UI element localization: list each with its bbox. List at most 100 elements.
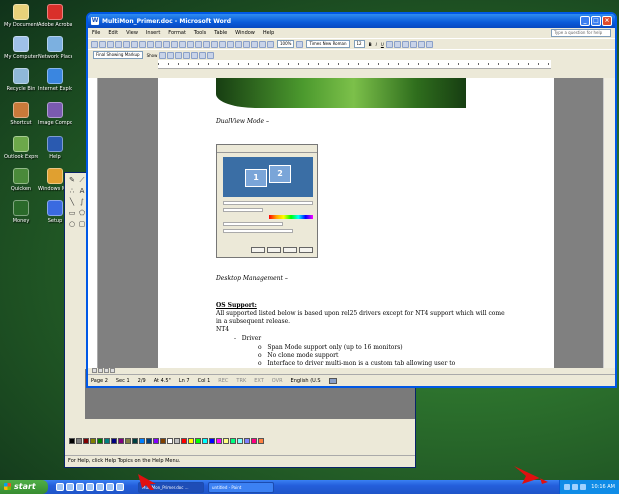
italic-button[interactable]: I [376, 42, 377, 47]
doc-map-icon[interactable] [259, 40, 266, 48]
help-icon[interactable] [296, 40, 304, 48]
excel-icon[interactable] [235, 40, 242, 48]
status-ovr[interactable]: OVR [272, 378, 283, 384]
align-right-icon[interactable] [401, 40, 409, 48]
desktop-icon[interactable]: Outlook Express [4, 136, 38, 160]
columns-icon[interactable] [243, 40, 250, 48]
menu-window[interactable]: Window [235, 30, 255, 36]
print-view-button[interactable] [104, 368, 109, 373]
format-painter-icon[interactable] [187, 40, 194, 48]
color-swatch[interactable] [69, 438, 75, 444]
accept-change-icon[interactable] [175, 51, 183, 59]
spelling-status-icon[interactable] [328, 377, 337, 384]
bullets-icon[interactable] [425, 40, 433, 48]
align-center-icon[interactable] [393, 40, 401, 48]
color-swatch[interactable] [174, 438, 180, 444]
misc-quicklaunch-icon[interactable] [116, 483, 124, 491]
help-search-input[interactable]: Type a question for help [551, 29, 611, 37]
desktop-quicklaunch-icon[interactable] [66, 483, 74, 491]
color-swatch[interactable] [90, 438, 96, 444]
zoom-select[interactable]: 100% [277, 40, 295, 48]
word-window[interactable]: W MultiMon_Primer.doc - Microsoft Word _… [86, 12, 617, 388]
tables-icon[interactable] [219, 40, 226, 48]
vertical-ruler[interactable] [88, 78, 98, 368]
desktop-icon[interactable]: Quicken [4, 168, 38, 192]
color-swatch[interactable] [153, 438, 159, 444]
undo-icon[interactable] [195, 40, 202, 48]
word-titlebar[interactable]: W MultiMon_Primer.doc - Microsoft Word _… [88, 14, 615, 28]
ie-quicklaunch-icon[interactable] [56, 483, 64, 491]
justify-icon[interactable] [409, 40, 417, 48]
start-button[interactable]: start [0, 480, 48, 494]
color-swatch[interactable] [167, 438, 173, 444]
bold-button[interactable]: B [369, 42, 372, 47]
markup-select[interactable]: Final Showing Markup [93, 51, 143, 59]
underline-button[interactable]: U [381, 42, 384, 47]
tray-icon[interactable] [572, 484, 579, 490]
new-comment-icon[interactable] [191, 51, 199, 59]
color-swatch[interactable] [132, 438, 138, 444]
volume-icon[interactable] [580, 484, 587, 490]
taskbar-paint-button[interactable]: untitled - Paint [208, 481, 274, 493]
menu-table[interactable]: Table [214, 30, 227, 36]
rectangle-tool-icon[interactable]: ▭ [68, 209, 76, 217]
tray-icon[interactable] [564, 484, 571, 490]
status-ext[interactable]: EXT [254, 378, 264, 384]
new-icon[interactable] [91, 40, 98, 48]
reviewing-pane-icon[interactable] [207, 51, 215, 59]
color-swatch[interactable] [251, 438, 257, 444]
menu-format[interactable]: Format [168, 30, 186, 36]
outlook-quicklaunch-icon[interactable] [76, 483, 84, 491]
desktop-icon[interactable]: Money [4, 200, 38, 224]
research-icon[interactable] [155, 40, 162, 48]
desktop-icon[interactable]: Network Places [38, 36, 72, 60]
color-swatch[interactable] [160, 438, 166, 444]
status-rec[interactable]: REC [218, 378, 228, 384]
desktop-icon[interactable]: Recycle Bin [4, 68, 38, 92]
vertical-scrollbar[interactable] [603, 78, 615, 368]
reject-change-icon[interactable] [183, 51, 191, 59]
color-swatch[interactable] [83, 438, 89, 444]
insert-table-icon[interactable] [227, 40, 234, 48]
print-preview-icon[interactable] [139, 40, 146, 48]
menu-insert[interactable]: Insert [146, 30, 160, 36]
ellipse-tool-icon[interactable]: ○ [68, 220, 76, 228]
show-menu[interactable]: Show [147, 53, 158, 58]
outline-view-button[interactable] [110, 368, 115, 373]
desktop-icon[interactable]: Help [38, 136, 72, 160]
brush-tool-icon[interactable]: ⟋ [78, 176, 86, 184]
app-quicklaunch-icon[interactable] [96, 483, 104, 491]
color-swatch[interactable] [244, 438, 250, 444]
color-swatch[interactable] [209, 438, 215, 444]
normal-view-button[interactable] [92, 368, 97, 373]
copy-icon[interactable] [171, 40, 178, 48]
desktop-icon[interactable]: Image Composer [38, 102, 72, 126]
airbrush-tool-icon[interactable]: ∴ [68, 187, 76, 195]
color-swatch[interactable] [97, 438, 103, 444]
font-size-select[interactable]: 12 [353, 40, 365, 48]
media-quicklaunch-icon[interactable] [86, 483, 94, 491]
paste-icon[interactable] [179, 40, 186, 48]
color-swatch[interactable] [139, 438, 145, 444]
color-swatch[interactable] [188, 438, 194, 444]
document-page[interactable]: DualView Mode – 1 2 Desktop Management –… [158, 78, 554, 368]
color-swatch[interactable] [202, 438, 208, 444]
desktop-icon[interactable]: Adobe Acrobat [38, 4, 72, 28]
track-changes-icon[interactable] [199, 51, 207, 59]
print-icon[interactable] [131, 40, 138, 48]
color-swatch[interactable] [118, 438, 124, 444]
prev-change-icon[interactable] [159, 51, 167, 59]
open-icon[interactable] [99, 40, 106, 48]
color-swatch[interactable] [104, 438, 110, 444]
polygon-tool-icon[interactable]: ⬠ [78, 209, 86, 217]
color-swatch[interactable] [237, 438, 243, 444]
color-swatch[interactable] [195, 438, 201, 444]
status-trk[interactable]: TRK [236, 378, 246, 384]
show-hide-icon[interactable] [267, 40, 274, 48]
menu-file[interactable]: File [92, 30, 100, 36]
maximize-button[interactable]: □ [591, 16, 601, 26]
align-left-icon[interactable] [385, 40, 393, 48]
next-change-icon[interactable] [167, 51, 175, 59]
color-swatch[interactable] [216, 438, 222, 444]
color-swatch[interactable] [125, 438, 131, 444]
